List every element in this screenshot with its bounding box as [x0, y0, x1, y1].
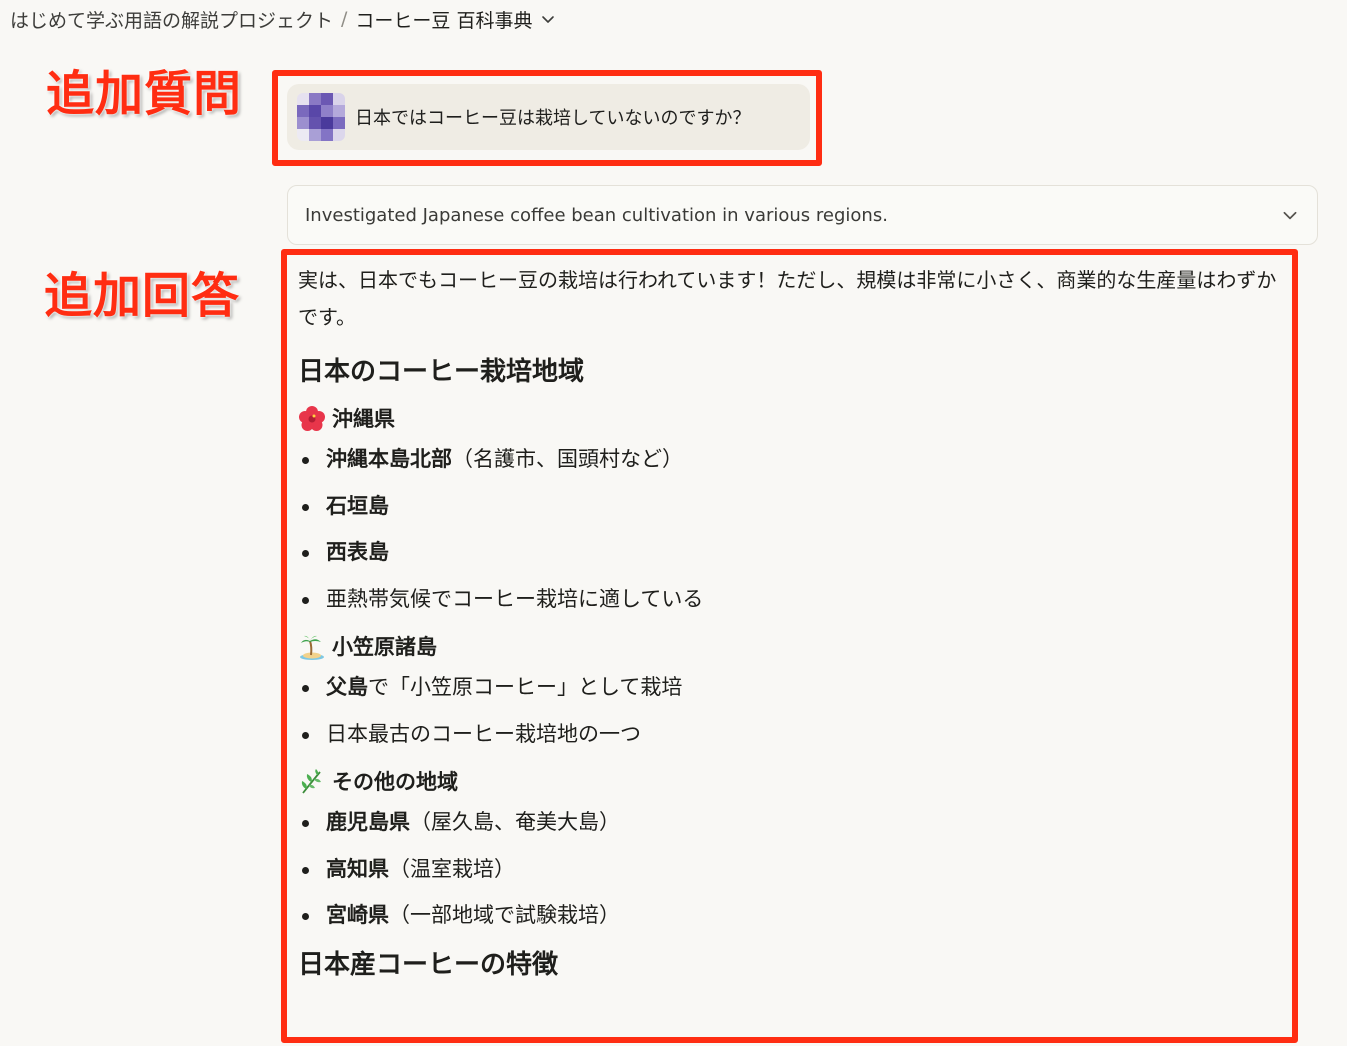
breadcrumb: はじめて学ぶ用語の解説プロジェクト / コーヒー豆 百科事典	[10, 4, 556, 34]
annotation-answer-label: 追加回答	[44, 268, 241, 324]
chevron-down-icon[interactable]	[1281, 206, 1299, 224]
breadcrumb-separator: /	[341, 8, 348, 30]
research-summary-text: Investigated Japanese coffee bean cultiv…	[305, 204, 888, 226]
annotation-question-box	[272, 70, 822, 166]
breadcrumb-current[interactable]: コーヒー豆 百科事典	[355, 6, 532, 33]
breadcrumb-project[interactable]: はじめて学ぶ用語の解説プロジェクト	[10, 6, 333, 33]
research-summary-toggle[interactable]: Investigated Japanese coffee bean cultiv…	[287, 185, 1318, 245]
annotation-question-label: 追加質問	[46, 66, 243, 122]
annotation-answer-box	[281, 249, 1298, 1043]
chevron-down-icon[interactable]	[540, 11, 556, 27]
